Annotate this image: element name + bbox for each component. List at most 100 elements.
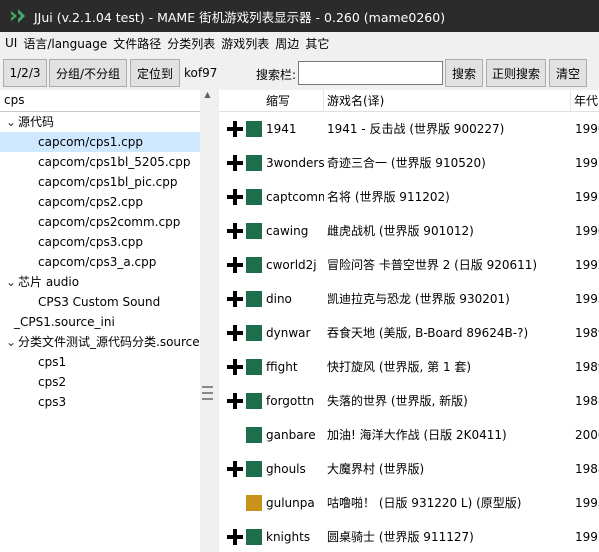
cell-short: forgottn bbox=[266, 394, 315, 408]
tree-filter-input[interactable]: cps bbox=[0, 90, 200, 112]
app-window: JJui (v.2.1.04 test) - MAME 街机游戏列表显示器 - … bbox=[0, 0, 599, 552]
menu-item[interactable]: 分类列表 bbox=[164, 35, 218, 52]
table-row[interactable]: knights 圆桌骑士 (世界版 911127) 1991 bbox=[219, 520, 599, 552]
tree-node-label: capcom/cps1bl_5205.cpp bbox=[38, 155, 191, 169]
expand-plus-icon[interactable] bbox=[227, 359, 243, 375]
column-header-short[interactable]: 缩写 bbox=[263, 90, 324, 112]
tree-node-label: cps2 bbox=[38, 375, 67, 389]
expand-plus-icon[interactable] bbox=[227, 325, 243, 341]
cell-year: 2000 bbox=[575, 428, 599, 442]
tree-node[interactable]: ⌄ 源代码 bbox=[0, 112, 200, 132]
tree-node[interactable]: cps1 bbox=[0, 352, 200, 372]
search-button[interactable]: 搜索 bbox=[445, 59, 483, 87]
tree-node[interactable]: CPS3 Custom Sound bbox=[0, 292, 200, 312]
tree-node[interactable]: capcom/cps1.cpp bbox=[0, 132, 200, 152]
tree-node[interactable]: capcom/cps2.cpp bbox=[0, 192, 200, 212]
tree-node-label: cps1 bbox=[38, 355, 67, 369]
cell-name: 奇迹三合一 (世界版 910520) bbox=[327, 156, 486, 170]
expand-plus-icon[interactable] bbox=[227, 529, 243, 545]
menu-item[interactable]: 游戏列表 bbox=[218, 35, 272, 52]
expand-chevron-icon[interactable]: ⌄ bbox=[4, 272, 18, 292]
expand-plus-icon[interactable] bbox=[227, 223, 243, 239]
cell-year: 1989 bbox=[575, 326, 599, 340]
expand-chevron-icon[interactable]: ⌄ bbox=[4, 112, 18, 132]
game-list: 缩写 游戏名(译) 年代 1941 1941 - 反击战 (世界版 900227)… bbox=[219, 90, 599, 552]
expand-plus-icon[interactable] bbox=[227, 189, 243, 205]
menu-item[interactable]: 其它 bbox=[302, 35, 332, 52]
cell-name: 凯迪拉克与恐龙 (世界版 930201) bbox=[327, 292, 510, 306]
table-row[interactable]: ffight 快打旋风 (世界版, 第 1 套) 1989 bbox=[219, 350, 599, 384]
table-row[interactable]: forgottn 失落的世界 (世界版, 新版) 1988 bbox=[219, 384, 599, 418]
expand-chevron-icon[interactable]: ⌄ bbox=[4, 332, 18, 352]
table-row[interactable]: ghouls 大魔界村 (世界版) 1988 bbox=[219, 452, 599, 486]
table-row[interactable]: cworld2j 冒险问答 卡普空世界 2 (日版 920611) 1992 bbox=[219, 248, 599, 282]
search-input[interactable] bbox=[298, 61, 443, 85]
locate-button[interactable]: 定位到 bbox=[130, 59, 180, 87]
cell-year: 1989 bbox=[575, 360, 599, 374]
table-row[interactable]: captcomm名将 (世界版 911202) 1991 bbox=[219, 180, 599, 214]
table-row[interactable]: ganbare 加油! 海洋大作战 (日版 2K0411) 2000 bbox=[219, 418, 599, 452]
expand-plus-icon[interactable] bbox=[227, 461, 243, 477]
clear-button[interactable]: 清空 bbox=[549, 59, 587, 87]
tree-node[interactable]: ⌄ 分类文件测试_源代码分类.source bbox=[0, 332, 200, 352]
status-square-icon bbox=[246, 325, 262, 341]
cell-short: gulunpa bbox=[266, 496, 315, 510]
status-square-icon bbox=[246, 257, 262, 273]
status-square-icon bbox=[246, 461, 262, 477]
expand-plus-icon[interactable] bbox=[227, 121, 243, 137]
tree-node-label: 分类文件测试_源代码分类.source bbox=[18, 335, 200, 349]
cell-short: ganbare bbox=[266, 428, 316, 442]
menu-item[interactable]: 语言/language bbox=[20, 35, 110, 52]
table-row[interactable]: gulunpa 咕噜啪！ (日版 931220 L) (原型版) 1993 bbox=[219, 486, 599, 520]
tree-node[interactable]: capcom/cps3.cpp bbox=[0, 232, 200, 252]
column-header-year[interactable]: 年代 bbox=[571, 90, 599, 112]
cell-short: ghouls bbox=[266, 462, 306, 476]
left-scrollbar[interactable]: ▲ bbox=[200, 90, 215, 552]
table-row[interactable]: dino 凯迪拉克与恐龙 (世界版 930201) 1993 bbox=[219, 282, 599, 316]
tree-node-label: capcom/cps2.cpp bbox=[38, 195, 143, 209]
cell-short: ffight bbox=[266, 360, 298, 374]
splitter-grip[interactable] bbox=[202, 386, 213, 400]
cell-short: 3wonders bbox=[266, 156, 324, 170]
title-bar: JJui (v.2.1.04 test) - MAME 街机游戏列表显示器 - … bbox=[0, 0, 599, 32]
tree-node[interactable]: cps3 bbox=[0, 392, 200, 412]
cell-year: 1988 bbox=[575, 462, 599, 476]
cell-year: 1992 bbox=[575, 258, 599, 272]
menu-item[interactable]: UI bbox=[2, 36, 20, 50]
cell-short: dino bbox=[266, 292, 292, 306]
status-square-icon bbox=[246, 189, 262, 205]
expand-plus-icon[interactable] bbox=[227, 155, 243, 171]
page-toggle-button[interactable]: 1/2/3 bbox=[3, 59, 47, 87]
regex-search-button[interactable]: 正则搜索 bbox=[486, 59, 546, 87]
tree-node[interactable]: ⌄ 芯片 audio bbox=[0, 272, 200, 292]
menu-item[interactable]: 文件路径 bbox=[110, 35, 164, 52]
expand-plus-icon[interactable] bbox=[227, 393, 243, 409]
cell-name: 失落的世界 (世界版, 新版) bbox=[327, 394, 468, 408]
status-square-icon bbox=[246, 393, 262, 409]
menu-item[interactable]: 周边 bbox=[272, 35, 302, 52]
tree-node[interactable]: capcom/cps3_a.cpp bbox=[0, 252, 200, 272]
cell-name: 冒险问答 卡普空世界 2 (日版 920611) bbox=[327, 258, 538, 272]
table-row[interactable]: 1941 1941 - 反击战 (世界版 900227) 1990 bbox=[219, 112, 599, 146]
cell-short: 1941 bbox=[266, 122, 297, 136]
cell-year: 1991 bbox=[575, 190, 599, 204]
tree-node[interactable]: capcom/cps2comm.cpp bbox=[0, 212, 200, 232]
tree-node[interactable]: cps2 bbox=[0, 372, 200, 392]
table-row[interactable]: 3wonders奇迹三合一 (世界版 910520) 1991 bbox=[219, 146, 599, 180]
cell-short: captcomm bbox=[266, 190, 324, 204]
table-row[interactable]: cawing 雌虎战机 (世界版 901012) 1990 bbox=[219, 214, 599, 248]
table-row[interactable]: dynwar 吞食天地 (美版, B-Board 89624B-?) 1989 bbox=[219, 316, 599, 350]
status-square-icon bbox=[246, 495, 262, 511]
tree-node[interactable]: capcom/cps1bl_5205.cpp bbox=[0, 152, 200, 172]
scroll-up-icon[interactable]: ▲ bbox=[200, 90, 215, 104]
expand-plus-icon[interactable] bbox=[227, 257, 243, 273]
tree-node[interactable]: capcom/cps1bl_pic.cpp bbox=[0, 172, 200, 192]
status-square-icon bbox=[246, 155, 262, 171]
tree-node[interactable]: _CPS1.source_ini bbox=[0, 312, 200, 332]
column-header-name[interactable]: 游戏名(译) bbox=[324, 90, 571, 112]
group-toggle-button[interactable]: 分组/不分组 bbox=[49, 59, 127, 87]
cell-short: dynwar bbox=[266, 326, 311, 340]
cell-year: 1990 bbox=[575, 122, 599, 136]
expand-plus-icon[interactable] bbox=[227, 291, 243, 307]
status-square-icon bbox=[246, 223, 262, 239]
